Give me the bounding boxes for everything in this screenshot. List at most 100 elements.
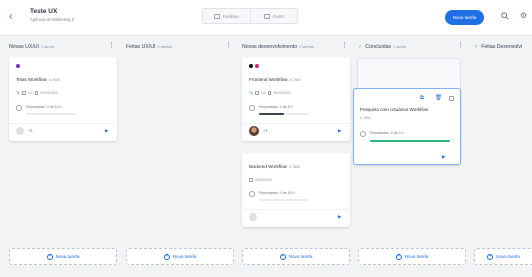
card-footer — [242, 209, 350, 210]
check-circle-icon: ✓ — [474, 44, 479, 50]
add-task-button[interactable]: + Nova tarefa — [242, 248, 350, 265]
add-task-label: Nova tarefa — [404, 254, 429, 259]
calendar-icon — [34, 91, 39, 95]
subtask-count: 0/4 — [260, 91, 266, 95]
tag-dot — [249, 64, 253, 68]
view-gantt-option[interactable]: Gantt — [249, 9, 298, 23]
column-menu-icon[interactable]: ⋮ — [225, 42, 232, 50]
hours-progress-bar — [259, 199, 309, 201]
column-menu-icon[interactable]: ⋮ — [108, 42, 115, 50]
plus-circle-icon: + — [163, 253, 170, 260]
column-count: 1 tarefa — [40, 45, 54, 49]
column-menu-icon[interactable]: ⋮ — [341, 42, 348, 50]
tag-dot — [255, 64, 259, 68]
task-meta: 📎 0/4 30/04/2020 — [16, 91, 58, 95]
column-header-concluidas: ✓ Concluídas 1 tarefa — [358, 42, 406, 52]
task-card-backend[interactable]: Backend Workflow # 7850 30/04/2020 Report… — [242, 153, 350, 227]
search-icon[interactable] — [501, 12, 509, 22]
task-meta: 📎 0/4 30/04/2020 — [249, 91, 291, 95]
card-footer — [242, 123, 350, 124]
column-count: 0 tarefas — [157, 45, 173, 49]
task-id: # 7850 — [288, 165, 300, 169]
task-id: # 7848 — [48, 78, 60, 82]
gear-icon[interactable]: ⚙ — [520, 12, 527, 20]
reported-hours: Reportadas: 0 de 16 h — [259, 191, 295, 195]
hours-progress-bar — [259, 113, 309, 115]
add-task-label: Nova tarefa — [288, 254, 313, 259]
task-title: Frontend Workflow # 7849 — [249, 77, 300, 82]
task-id: # 7851 — [360, 116, 371, 120]
clock-icon — [360, 131, 366, 137]
due-date: 30/04/2020 — [40, 91, 58, 95]
task-title-text: Telas Workflow — [16, 77, 47, 82]
hours-progress-fill — [259, 113, 284, 115]
clock-icon — [249, 105, 255, 111]
task-id: # 7849 — [289, 78, 301, 82]
due-date: 30/04/2020 — [254, 178, 273, 182]
add-task-button[interactable]: + Nova tarefa — [358, 248, 466, 265]
clock-icon — [249, 191, 255, 197]
column-title: Feitas Desenvolvi — [481, 44, 523, 50]
extra-assignees: +1 — [28, 128, 33, 133]
add-task-button[interactable]: + Nova tarefa — [474, 248, 532, 265]
add-task-label: Nova tarefa — [496, 254, 520, 259]
avatar[interactable] — [249, 126, 259, 136]
clock-icon — [16, 105, 22, 111]
plus-circle-icon: + — [395, 253, 402, 260]
view-kanban-option[interactable]: Kanban — [203, 9, 250, 23]
column-count: 1 tarefa — [393, 45, 407, 49]
task-card-telas[interactable]: Telas Workflow # 7848 📎 0/4 30/04/2020 Re… — [9, 57, 117, 141]
task-title-text: Backend Workflow — [249, 164, 287, 169]
subtask-icon — [255, 91, 259, 95]
check-icon: ✓ — [452, 137, 456, 142]
add-task-button[interactable]: + Nova tarefa — [126, 248, 234, 265]
copy-icon[interactable]: ⧉ — [420, 95, 424, 101]
tag-dots — [249, 64, 259, 68]
task-card-frontend[interactable]: Frontend Workflow # 7849 📎 0/4 30/04/2020… — [242, 57, 350, 141]
trash-icon[interactable]: 🗑 — [435, 95, 442, 101]
top-bar: ‹ Teste UX Agência de Marketing 2 Kanban… — [0, 0, 532, 36]
column-header-novas-ux: Novas UX/UI 1 tarefa — [9, 42, 54, 52]
play-icon[interactable]: ▶ — [338, 128, 341, 133]
column-header-feitas-ux: Feitas UX/UI 0 tarefas — [126, 42, 172, 52]
due-date: 30/04/2020 — [273, 91, 291, 95]
page-subtitle: Agência de Marketing 2 — [30, 17, 74, 22]
column-title: Novas desenvolvimento — [242, 44, 298, 50]
extra-assignees: +1 — [263, 128, 268, 133]
card-footer — [9, 123, 117, 124]
add-task-button[interactable]: + Nova tarefa — [9, 248, 117, 265]
column-menu-icon[interactable]: ⋮ — [457, 42, 464, 50]
check-circle-icon: ✓ — [358, 44, 363, 50]
add-task-label: Nova tarefa — [172, 254, 197, 259]
avatar[interactable] — [16, 127, 24, 135]
column-header-feitas-dev: ✓ Feitas Desenvolvi — [474, 42, 522, 52]
play-icon[interactable]: ▶ — [105, 128, 108, 133]
view-toggle: Kanban Gantt — [202, 8, 298, 24]
new-task-button[interactable]: Nova tarefa — [445, 10, 484, 25]
play-icon[interactable]: ▶ — [338, 214, 341, 219]
hours-progress-fill — [370, 140, 450, 142]
plus-circle-icon: + — [46, 253, 53, 260]
task-title: Pesquisa com Usuários Workflow — [360, 107, 428, 112]
hours-progress-bar — [370, 140, 450, 142]
play-icon[interactable]: ▶ — [442, 154, 445, 159]
attachment-icon: 📎 — [249, 91, 254, 95]
task-card-pesquisa[interactable]: ⧉ 🗑 Pesquisa com Usuários Workflow # 785… — [353, 88, 461, 165]
task-title-text: Frontend Workflow — [249, 77, 288, 82]
subtask-icon — [22, 91, 26, 95]
hours-progress-bar — [26, 113, 76, 115]
kanban-icon — [213, 13, 220, 19]
column-title: Feitas UX/UI — [126, 44, 156, 50]
view-kanban-label: Kanban — [222, 13, 239, 19]
reported-hours: Reportadas: 4 de 8 h — [259, 105, 293, 109]
select-checkbox[interactable] — [449, 96, 454, 101]
view-gantt-label: Gantt — [272, 13, 284, 19]
chevron-left-icon[interactable]: ‹ — [9, 12, 12, 22]
column-count: 2 tarefas — [299, 45, 314, 49]
calendar-icon — [249, 178, 253, 182]
column-header-novas-dev: Novas desenvolvimento 2 tarefas — [242, 42, 314, 52]
reported-hours: Reportadas: 0 de 16 h — [26, 105, 62, 109]
reported-hours: Reportadas: 4 de 4 h — [370, 131, 404, 135]
avatar[interactable] — [249, 213, 257, 221]
plus-circle-icon: + — [279, 253, 286, 260]
